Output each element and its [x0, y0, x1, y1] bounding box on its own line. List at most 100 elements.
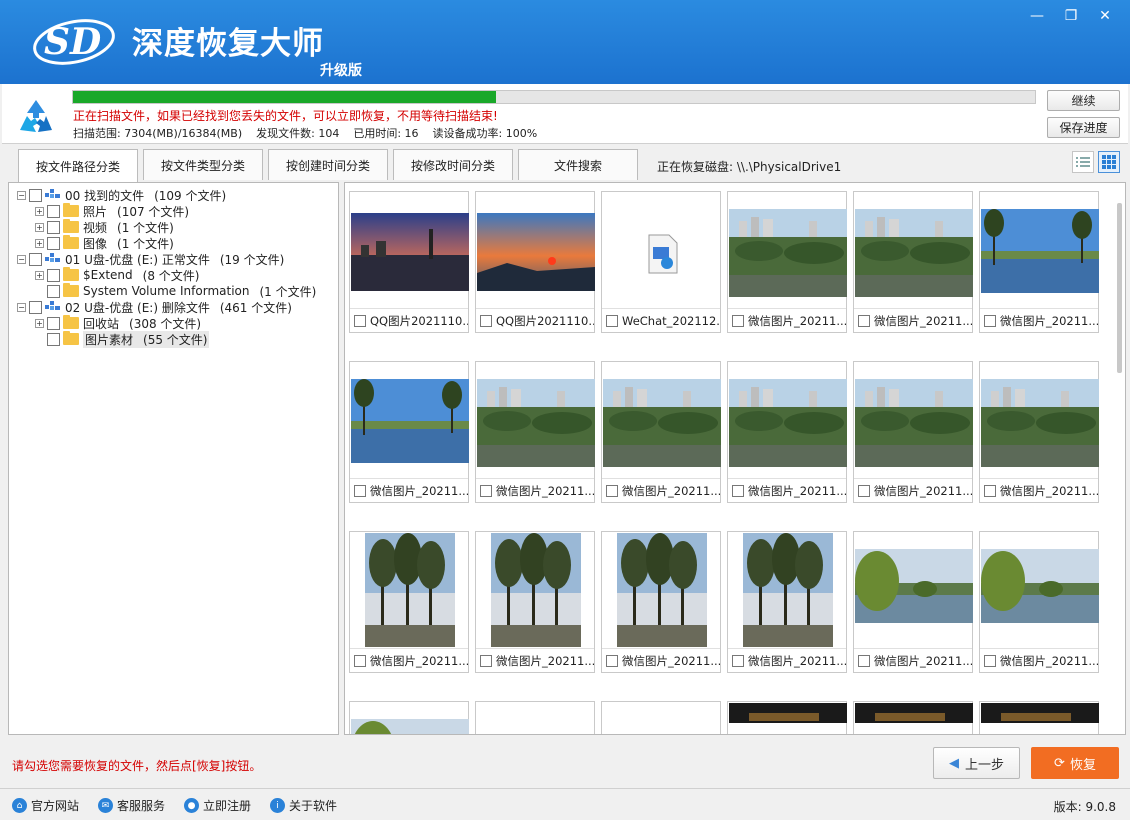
category-tabs: 按文件路径分类 按文件类型分类 按创建时间分类 按修改时间分类 文件搜索: [18, 149, 638, 182]
tree-node[interactable]: + 照片 (107 个文件): [35, 203, 189, 219]
file-tile[interactable]: [601, 701, 721, 734]
scan-stats: 扫描范围: 7304(MB)/16384(MB) 发现文件数: 104 已用时间…: [73, 125, 537, 141]
file-checkbox[interactable]: [480, 314, 492, 327]
continue-button[interactable]: 继续: [1047, 90, 1120, 111]
tree-checkbox[interactable]: [47, 204, 60, 218]
file-checkbox[interactable]: [732, 654, 744, 667]
expand-toggle-icon[interactable]: +: [35, 270, 44, 280]
file-tile[interactable]: 微信图片_20211...: [979, 361, 1099, 503]
file-checkbox[interactable]: [606, 484, 618, 497]
tab-by-path[interactable]: 按文件路径分类: [18, 149, 138, 182]
file-checkbox[interactable]: [858, 314, 870, 327]
file-checkbox[interactable]: [354, 654, 366, 667]
tree-node[interactable]: System Volume Information (1 个文件): [35, 283, 316, 299]
expand-toggle-icon[interactable]: +: [35, 238, 44, 248]
about-link[interactable]: i 关于软件: [270, 797, 337, 814]
file-tile[interactable]: 微信图片_20211...: [727, 191, 847, 333]
tree-checkbox[interactable]: [47, 332, 60, 346]
customer-service-link[interactable]: ✉ 客服服务: [98, 797, 165, 814]
tree-node[interactable]: + $Extend (8 个文件): [35, 267, 199, 283]
tree-checkbox[interactable]: [47, 316, 60, 330]
file-checkbox[interactable]: [984, 314, 996, 327]
save-progress-button[interactable]: 保存进度: [1047, 117, 1120, 138]
tree-checkbox[interactable]: [47, 236, 60, 250]
tree-node-label: 回收站: [83, 316, 120, 331]
file-tile[interactable]: QQ图片2021110...: [349, 191, 469, 333]
expand-toggle-icon[interactable]: +: [35, 206, 44, 216]
file-tile[interactable]: [349, 701, 469, 734]
expand-toggle-icon[interactable]: +: [35, 222, 44, 232]
file-tile[interactable]: 微信图片_20211...: [853, 361, 973, 503]
expand-toggle-icon[interactable]: +: [35, 318, 44, 328]
file-tile[interactable]: 微信图片_20211...: [475, 361, 595, 503]
tab-by-type[interactable]: 按文件类型分类: [143, 149, 263, 180]
tab-by-modified[interactable]: 按修改时间分类: [393, 149, 513, 180]
file-tile[interactable]: 微信图片_20211...: [475, 531, 595, 673]
back-button[interactable]: ◀ 上一步: [933, 747, 1020, 779]
expand-toggle-icon[interactable]: −: [17, 254, 26, 264]
file-tile[interactable]: 微信图片_20211...: [349, 361, 469, 503]
tree-node[interactable]: − 02 U盘-优盘 (E:) 删除文件 (461 个文件): [17, 299, 292, 315]
tree-node-label: 01 U盘-优盘 (E:) 正常文件: [65, 252, 210, 267]
file-tile[interactable]: 微信图片_20211...: [979, 531, 1099, 673]
grid-scrollbar[interactable]: [1117, 203, 1122, 373]
file-tile[interactable]: [727, 701, 847, 734]
file-tile[interactable]: QQ图片2021110...: [475, 191, 595, 333]
register-link[interactable]: ● 立即注册: [184, 797, 251, 814]
file-checkbox[interactable]: [858, 484, 870, 497]
file-checkbox[interactable]: [858, 654, 870, 667]
file-tile[interactable]: 微信图片_20211...: [853, 191, 973, 333]
file-checkbox[interactable]: [984, 484, 996, 497]
file-tile[interactable]: 微信图片_20211...: [349, 531, 469, 673]
tree-node[interactable]: − 00 找到的文件 (109 个文件): [17, 187, 226, 203]
tree-checkbox[interactable]: [47, 284, 60, 298]
file-checkbox[interactable]: [606, 314, 618, 327]
tree-node[interactable]: 图片素材 (55 个文件): [35, 330, 210, 348]
tab-by-created[interactable]: 按创建时间分类: [268, 149, 388, 180]
official-site-link[interactable]: ⌂ 官方网站: [12, 797, 79, 814]
tree-node[interactable]: + 回收站 (308 个文件): [35, 315, 201, 331]
close-button[interactable]: ✕: [1088, 4, 1122, 28]
file-checkbox[interactable]: [984, 654, 996, 667]
file-checkbox[interactable]: [732, 484, 744, 497]
minimize-button[interactable]: —: [1020, 4, 1054, 28]
folder-tree[interactable]: − 00 找到的文件 (109 个文件) + 照片 (107 个文件) + 视频 (1 个文件)…: [8, 182, 339, 735]
recover-button[interactable]: ⟳ 恢复: [1031, 747, 1119, 779]
restore-button[interactable]: ❐: [1054, 4, 1088, 28]
file-tile[interactable]: [475, 701, 595, 734]
tree-checkbox[interactable]: [47, 268, 60, 282]
tree-node-count: (107 个文件): [117, 204, 190, 219]
tree-node[interactable]: + 视频 (1 个文件): [35, 219, 174, 235]
expand-toggle-icon[interactable]: −: [17, 302, 26, 312]
file-tile[interactable]: 微信图片_20211...: [727, 361, 847, 503]
minimize-icon: —: [1030, 8, 1044, 24]
list-view-button[interactable]: [1072, 151, 1094, 173]
tree-checkbox[interactable]: [29, 252, 42, 266]
file-checkbox[interactable]: [354, 314, 366, 327]
tab-file-search[interactable]: 文件搜索: [518, 149, 638, 180]
tree-checkbox[interactable]: [29, 300, 42, 314]
file-thumbnail: [603, 703, 721, 734]
file-checkbox[interactable]: [480, 654, 492, 667]
file-tile[interactable]: WeChat_202112...: [601, 191, 721, 333]
file-thumbnail: [729, 193, 847, 307]
file-checkbox[interactable]: [480, 484, 492, 497]
tree-node[interactable]: + 图像 (1 个文件): [35, 235, 174, 251]
tree-node[interactable]: − 01 U盘-优盘 (E:) 正常文件 (19 个文件): [17, 251, 284, 267]
file-tile[interactable]: 微信图片_20211...: [601, 361, 721, 503]
thumbnail-view-button[interactable]: [1098, 151, 1120, 173]
expand-toggle-icon[interactable]: −: [17, 190, 26, 200]
file-thumbnail-grid[interactable]: QQ图片2021110... QQ图片2021110... WeChat_2021…: [344, 182, 1126, 735]
file-tile[interactable]: [979, 701, 1099, 734]
file-checkbox[interactable]: [354, 484, 366, 497]
file-tile[interactable]: 微信图片_20211...: [601, 531, 721, 673]
file-tile[interactable]: 微信图片_20211...: [979, 191, 1099, 333]
file-thumbnail: [729, 363, 847, 477]
file-tile[interactable]: 微信图片_20211...: [727, 531, 847, 673]
file-tile[interactable]: [853, 701, 973, 734]
file-checkbox[interactable]: [606, 654, 618, 667]
file-tile[interactable]: 微信图片_20211...: [853, 531, 973, 673]
tree-checkbox[interactable]: [29, 188, 42, 202]
tree-checkbox[interactable]: [47, 220, 60, 234]
file-checkbox[interactable]: [732, 314, 744, 327]
